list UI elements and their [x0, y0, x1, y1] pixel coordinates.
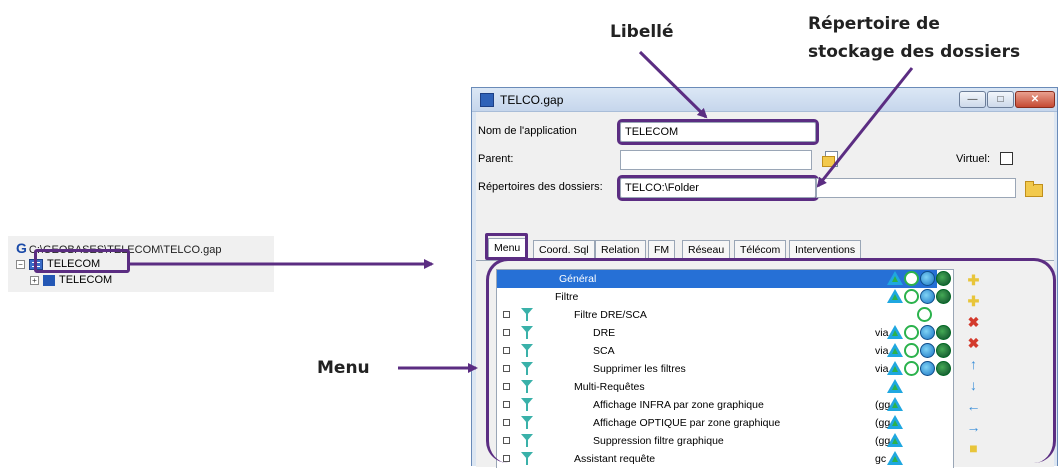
parent-input[interactable]: [620, 150, 812, 170]
tab-highlight-box: [485, 233, 528, 260]
annotation-libelle: Libellé: [610, 22, 674, 42]
browse-parent-icon[interactable]: [822, 150, 840, 168]
repertoire-input-extension[interactable]: [816, 178, 1016, 198]
tree-highlight-box: [34, 249, 130, 273]
title-bar[interactable]: TELCO.gap — □ ✕: [472, 88, 1057, 112]
tab-bar: Menu Coord. Sql Relation FM Réseau Téléc…: [476, 238, 1054, 260]
parent-label: Parent:: [478, 153, 514, 165]
geo-logo-icon: G: [16, 240, 27, 256]
tab-interventions[interactable]: Interventions: [789, 240, 862, 260]
collapse-icon[interactable]: −: [16, 259, 25, 269]
app-icon: [480, 93, 494, 107]
tree-node-label: TELECOM: [59, 274, 113, 286]
window-title: TELCO.gap: [500, 93, 564, 107]
tab-coord-sql[interactable]: Coord. Sql: [533, 240, 595, 260]
tab-fm[interactable]: FM: [648, 240, 676, 260]
virtuel-label: Virtuel:: [956, 153, 991, 165]
expand-icon[interactable]: +: [30, 275, 39, 285]
virtuel-checkbox[interactable]: [1000, 152, 1013, 165]
minimize-button[interactable]: —: [959, 91, 986, 108]
tab-telecom[interactable]: Télécom: [734, 240, 787, 260]
browse-folder-icon[interactable]: [1024, 180, 1043, 197]
repertoire-label: Répertoires des dossiers:: [478, 181, 603, 193]
annotation-repertoire: Répertoire de stockage des dossiers: [808, 10, 1020, 66]
tab-reseau[interactable]: Réseau: [682, 240, 731, 260]
annotation-repertoire-line2: stockage des dossiers: [808, 42, 1021, 62]
menu-highlight-box: [486, 258, 1056, 463]
app-name-label: Nom de l'application: [478, 125, 577, 137]
repertoire-input[interactable]: TELCO:\Folder: [617, 175, 819, 201]
tab-relation[interactable]: Relation: [595, 240, 646, 260]
maximize-button[interactable]: □: [987, 91, 1014, 108]
properties-form: Nom de l'application TELECOM Parent: Vir…: [476, 112, 1054, 238]
tree-node-telecom-child[interactable]: + TELECOM: [30, 274, 112, 286]
annotation-repertoire-line1: Répertoire de: [808, 14, 940, 34]
close-button[interactable]: ✕: [1015, 91, 1055, 108]
folder-node-icon: [43, 274, 55, 286]
annotation-menu: Menu: [317, 358, 370, 378]
app-name-input[interactable]: TELECOM: [617, 119, 819, 145]
